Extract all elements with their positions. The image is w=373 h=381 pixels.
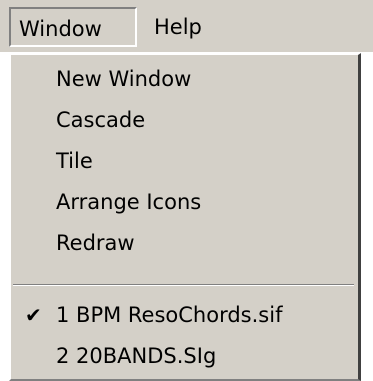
menu-item-document-1[interactable]: ✔ 1 BPM ResoChords.sif [11, 295, 358, 335]
menu-item-label: Redraw [56, 231, 135, 255]
menu-separator [13, 284, 354, 286]
menu-item-label: Cascade [56, 108, 146, 132]
menu-item-redraw[interactable]: Redraw [11, 223, 358, 263]
menu-item-cascade[interactable]: Cascade [11, 100, 358, 140]
menu-item-label: 1 BPM ResoChords.sif [56, 303, 283, 327]
menu-help[interactable]: Help [147, 7, 217, 47]
screen: Window Help New Window Cascade Tile Arra… [0, 0, 373, 381]
menu-item-new-window[interactable]: New Window [11, 59, 358, 99]
menu-item-label: Arrange Icons [56, 190, 202, 214]
menu-item-arrange-icons[interactable]: Arrange Icons [11, 182, 358, 222]
menu-item-label: 2 20BANDS.SIg [56, 344, 217, 368]
menu-item-document-2[interactable]: 2 20BANDS.SIg [11, 336, 358, 376]
menu-item-tile[interactable]: Tile [11, 141, 358, 181]
menu-window[interactable]: Window [9, 7, 137, 47]
menu-item-label: New Window [56, 67, 192, 91]
menu-bar: Window Help [0, 0, 373, 52]
menu-item-label: Tile [56, 149, 93, 173]
window-menu-dropdown: New Window Cascade Tile Arrange Icons Re… [9, 53, 361, 381]
checkmark-icon: ✔ [25, 303, 42, 327]
